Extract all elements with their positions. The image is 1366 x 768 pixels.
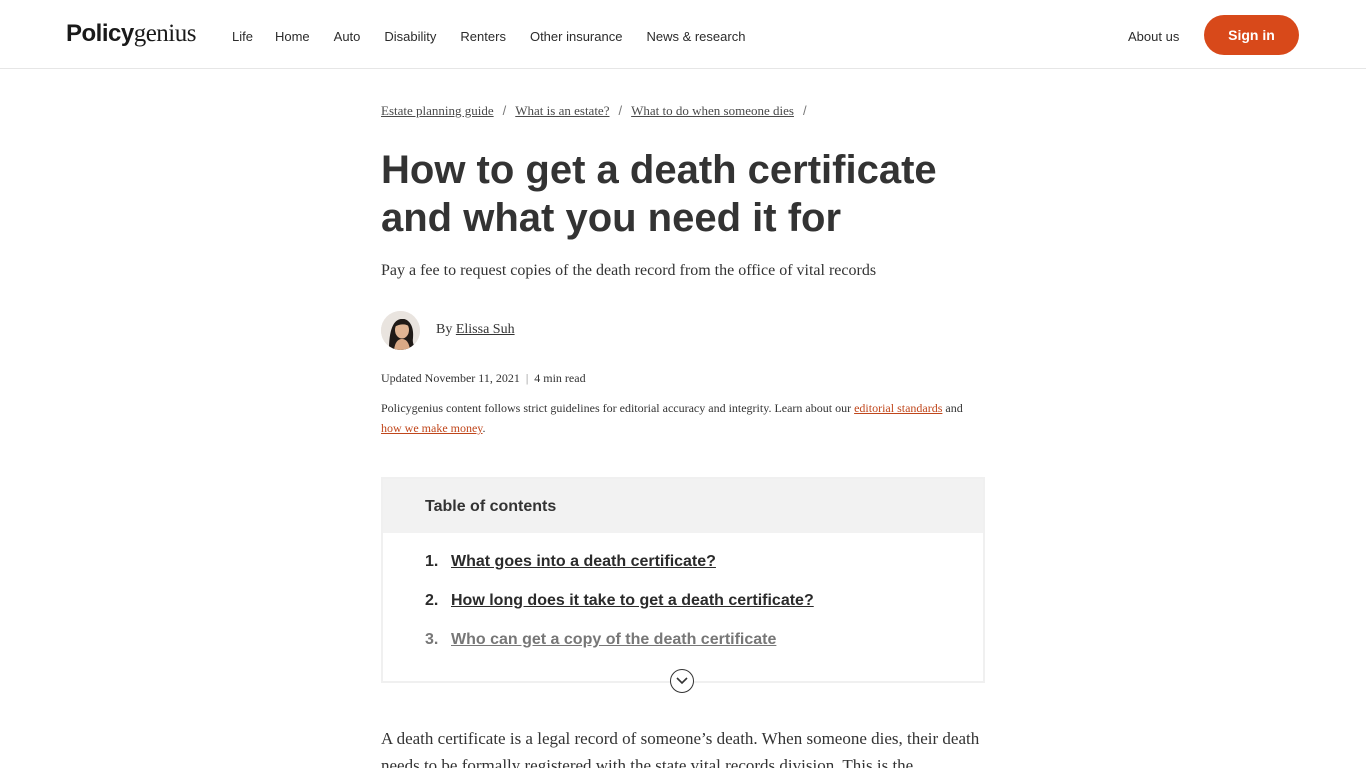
toc-link-how-long[interactable]: How long does it take to get a death cer… bbox=[451, 592, 814, 610]
nav-other-insurance[interactable]: Other insurance bbox=[530, 29, 623, 44]
page-title: How to get a death certificate and what … bbox=[381, 148, 937, 240]
toc-link-who-can-get[interactable]: Who can get a copy of the death certific… bbox=[451, 631, 776, 649]
editorial-standards-link[interactable]: editorial standards bbox=[854, 401, 942, 415]
toc-item: 3. Who can get a copy of the death certi… bbox=[425, 631, 777, 649]
nav-renters[interactable]: Renters bbox=[460, 29, 506, 44]
toc-link-what-goes-into[interactable]: What goes into a death certificate? bbox=[451, 553, 716, 571]
toc-item: 2. How long does it take to get a death … bbox=[425, 592, 814, 610]
nav-life[interactable]: Life bbox=[232, 29, 253, 44]
meta-divider: | bbox=[525, 371, 529, 385]
toc-title: Table of contents bbox=[425, 498, 557, 515]
nav-home[interactable]: Home bbox=[275, 29, 310, 44]
about-us-link[interactable]: About us bbox=[1128, 29, 1179, 44]
author-avatar[interactable] bbox=[381, 311, 420, 350]
nav-news-research[interactable]: News & research bbox=[646, 29, 745, 44]
read-time: 4 min read bbox=[534, 371, 586, 385]
nav-auto[interactable]: Auto bbox=[334, 29, 361, 44]
nav-disability[interactable]: Disability bbox=[384, 29, 436, 44]
breadcrumb-estate-planning[interactable]: Estate planning guide bbox=[381, 103, 494, 119]
article-meta: Updated November 11, 2021 | 4 min read bbox=[381, 371, 586, 386]
how-we-make-money-link[interactable]: how we make money bbox=[381, 421, 483, 435]
site-header: Policygenius Life Home Auto Disability R… bbox=[0, 0, 1366, 69]
author-link[interactable]: Elissa Suh bbox=[456, 322, 515, 337]
toc-header: Table of contents bbox=[383, 479, 983, 533]
editorial-disclaimer: Policygenius content follows strict guid… bbox=[381, 401, 963, 435]
breadcrumb-separator: / bbox=[802, 103, 807, 118]
sign-in-button[interactable]: Sign in bbox=[1204, 15, 1299, 55]
policygenius-logo[interactable]: Policygenius bbox=[66, 20, 196, 48]
page-subtitle: Pay a fee to request copies of the death… bbox=[381, 262, 877, 279]
main-nav: Life Home Auto Disability Renters Other … bbox=[232, 29, 769, 44]
author-byline: By Elissa Suh bbox=[436, 322, 515, 337]
chevron-down-icon bbox=[676, 677, 688, 685]
table-of-contents: Table of contents 1. What goes into a de… bbox=[381, 477, 985, 683]
breadcrumb-separator: / bbox=[618, 103, 623, 118]
breadcrumb-separator: / bbox=[502, 103, 507, 118]
updated-date: Updated November 11, 2021 bbox=[381, 371, 520, 385]
toc-item: 1. What goes into a death certificate? bbox=[425, 553, 716, 571]
breadcrumb: Estate planning guide / What is an estat… bbox=[381, 103, 816, 119]
breadcrumb-what-to-do[interactable]: What to do when someone dies bbox=[631, 103, 794, 119]
article-body-paragraph: A death certificate is a legal record of… bbox=[381, 729, 980, 768]
breadcrumb-what-is-estate[interactable]: What is an estate? bbox=[515, 103, 609, 119]
toc-expand-button[interactable] bbox=[670, 669, 694, 693]
